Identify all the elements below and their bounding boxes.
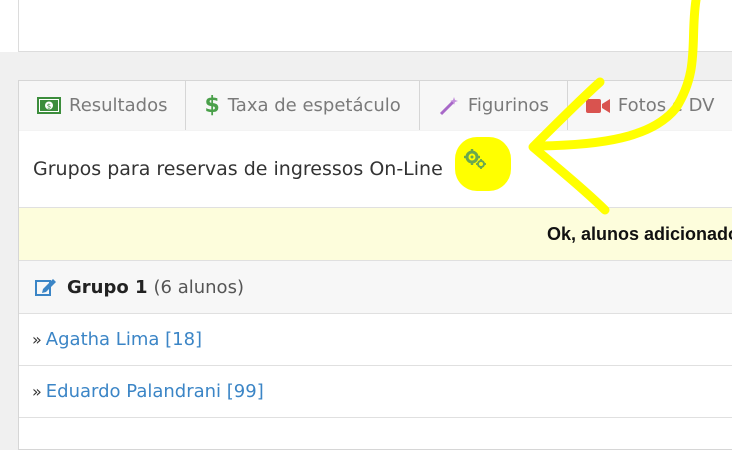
annotation-arrow	[528, 0, 701, 215]
